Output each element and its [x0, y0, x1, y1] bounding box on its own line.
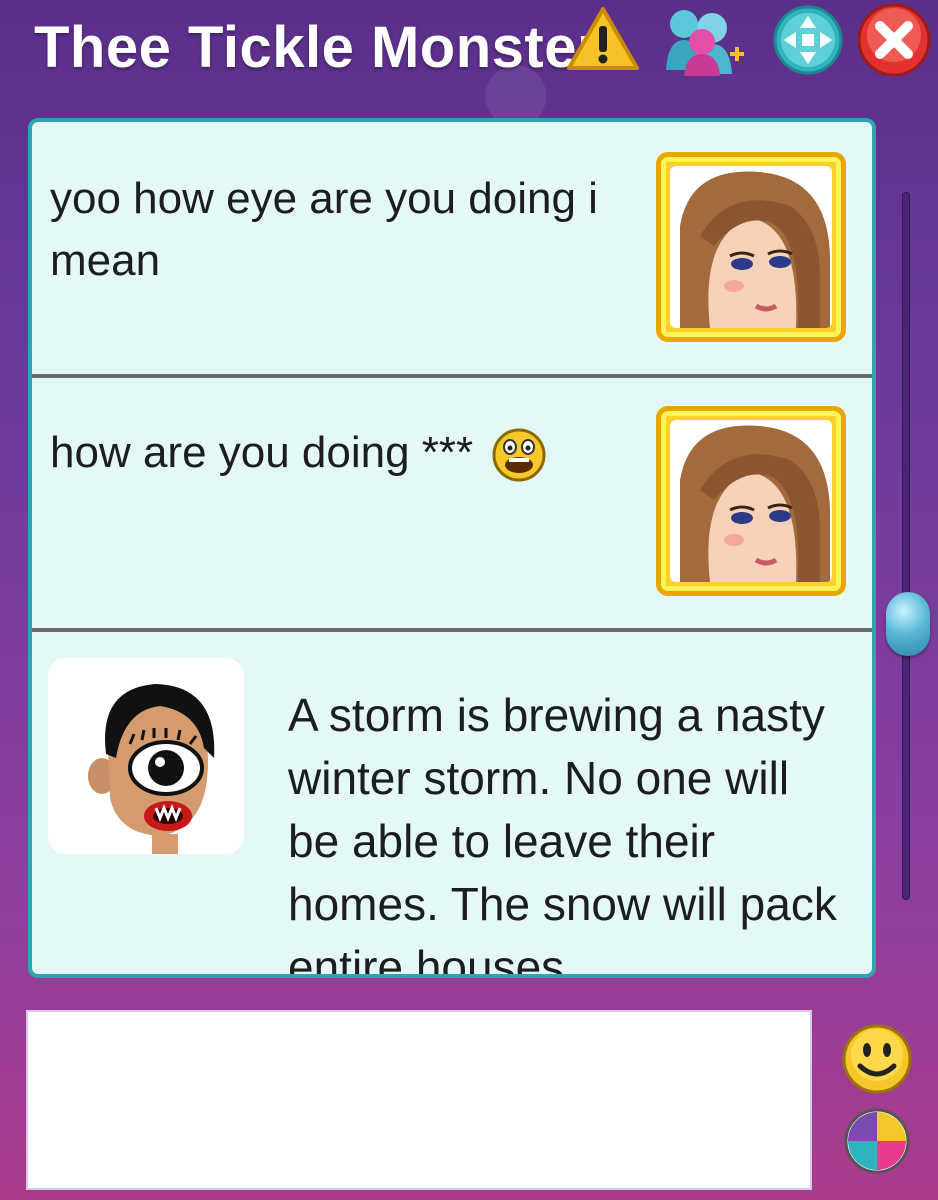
message-text-row: how are you doing ***	[50, 422, 547, 484]
warning-icon[interactable]	[566, 6, 640, 72]
message-input[interactable]	[26, 1010, 812, 1190]
title-bar[interactable]: Thee Tickle Monster	[0, 0, 938, 110]
message-text: how are you doing ***	[50, 428, 474, 477]
message-item: A storm is brewing a nasty winter storm.…	[32, 632, 872, 978]
scrollbar-thumb[interactable]	[886, 592, 930, 656]
girl-avatar[interactable]	[656, 152, 846, 342]
color-palette-icon[interactable]	[842, 1106, 912, 1176]
window-title: Thee Tickle Monster	[34, 15, 601, 80]
laughing-emoji-icon	[492, 428, 546, 482]
message-text: A storm is brewing a nasty winter storm.…	[288, 689, 837, 978]
add-buddy-icon[interactable]	[662, 2, 752, 76]
move-icon[interactable]	[772, 4, 844, 76]
message-item: how are you doing ***	[32, 378, 872, 632]
chat-window: Thee Tickle Monster yoo how eye are you …	[0, 0, 938, 1200]
scrollbar-track[interactable]	[902, 192, 910, 900]
message-item: yoo how eye are you doing i mean	[32, 122, 872, 378]
girl-avatar[interactable]	[656, 406, 846, 596]
cyclops-avatar[interactable]	[48, 658, 244, 854]
message-text: yoo how eye are you doing i mean	[50, 174, 598, 285]
chat-history[interactable]: yoo how eye are you doing i mean how are…	[28, 118, 876, 978]
smiley-icon[interactable]	[840, 1022, 914, 1096]
close-icon[interactable]	[856, 2, 932, 78]
